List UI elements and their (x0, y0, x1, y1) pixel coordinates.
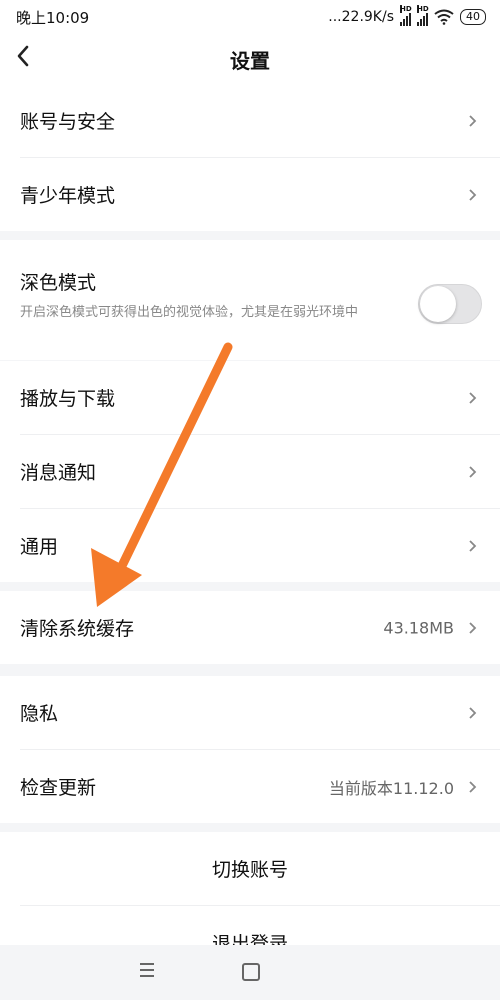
item-label: 隐私 (20, 703, 59, 725)
settings-item-dark-mode: 深色模式 开启深色模式可获得出色的视觉体验，尤其是在弱光环境中 (0, 240, 500, 360)
version-value: 当前版本11.12.0 (328, 778, 454, 798)
dark-mode-toggle[interactable] (418, 284, 482, 324)
item-label: 深色模式 (20, 272, 97, 294)
chevron-right-icon (469, 621, 477, 634)
chevron-right-icon (469, 188, 477, 201)
item-label: 播放与下载 (20, 388, 116, 410)
settings-item-play-download[interactable]: 播放与下载 (0, 361, 500, 434)
menu-icon[interactable] (140, 963, 154, 981)
chevron-right-icon (469, 780, 477, 793)
item-label: 清除系统缓存 (20, 618, 135, 640)
status-time: 晚上10:09 (16, 8, 90, 27)
chevron-right-icon (469, 539, 477, 552)
settings-group-privacy: 隐私 检查更新 当前版本11.12.0 (0, 676, 500, 823)
home-square-icon[interactable] (242, 963, 260, 981)
switch-account-button[interactable]: 切换账号 (0, 832, 500, 905)
settings-item-general[interactable]: 通用 (0, 509, 500, 582)
battery-indicator: 40 (460, 9, 486, 25)
item-label: 检查更新 (20, 777, 97, 799)
settings-group-dark-mode: 深色模式 开启深色模式可获得出色的视觉体验，尤其是在弱光环境中 (0, 240, 500, 360)
item-label: 通用 (20, 536, 59, 558)
chevron-right-icon (469, 706, 477, 719)
item-label: 消息通知 (20, 462, 97, 484)
signal-icon: HD (400, 5, 412, 26)
settings-item-privacy[interactable]: 隐私 (0, 676, 500, 749)
cache-size: 43.18MB (383, 618, 454, 637)
settings-item-notifications[interactable]: 消息通知 (0, 435, 500, 508)
toggle-knob (420, 286, 456, 322)
chevron-right-icon (469, 114, 477, 127)
settings-item-account-security[interactable]: 账号与安全 (0, 84, 500, 157)
top-bar: 设置 (0, 34, 500, 84)
chevron-left-icon[interactable] (16, 44, 30, 74)
settings-group-cache: 清除系统缓存 43.18MB (0, 591, 500, 664)
wifi-icon (434, 9, 454, 25)
item-label: 账号与安全 (20, 111, 116, 133)
settings-group-actions: 切换账号 退出登录 (0, 832, 500, 945)
logout-button[interactable]: 退出登录 (0, 906, 500, 945)
chevron-right-icon (469, 465, 477, 478)
status-bar: 晚上10:09 ...22.9K/s HD HD 40 (0, 0, 500, 34)
settings-item-check-update[interactable]: 检查更新 当前版本11.12.0 (0, 750, 500, 823)
item-label: 青少年模式 (20, 185, 116, 207)
item-description: 开启深色模式可获得出色的视觉体验，尤其是在弱光环境中 (20, 305, 359, 320)
settings-group-account: 账号与安全 青少年模式 (0, 84, 500, 231)
signal-icon: HD (417, 5, 429, 26)
status-right: ...22.9K/s HD HD 40 (328, 5, 486, 26)
system-nav-bar (0, 945, 500, 1000)
settings-item-clear-cache[interactable]: 清除系统缓存 43.18MB (0, 591, 500, 664)
settings-item-youth-mode[interactable]: 青少年模式 (0, 158, 500, 231)
page-title: 设置 (230, 48, 270, 73)
chevron-right-icon (469, 391, 477, 404)
network-speed: ...22.9K/s (328, 9, 394, 25)
settings-group-general: 播放与下载 消息通知 通用 (0, 361, 500, 582)
